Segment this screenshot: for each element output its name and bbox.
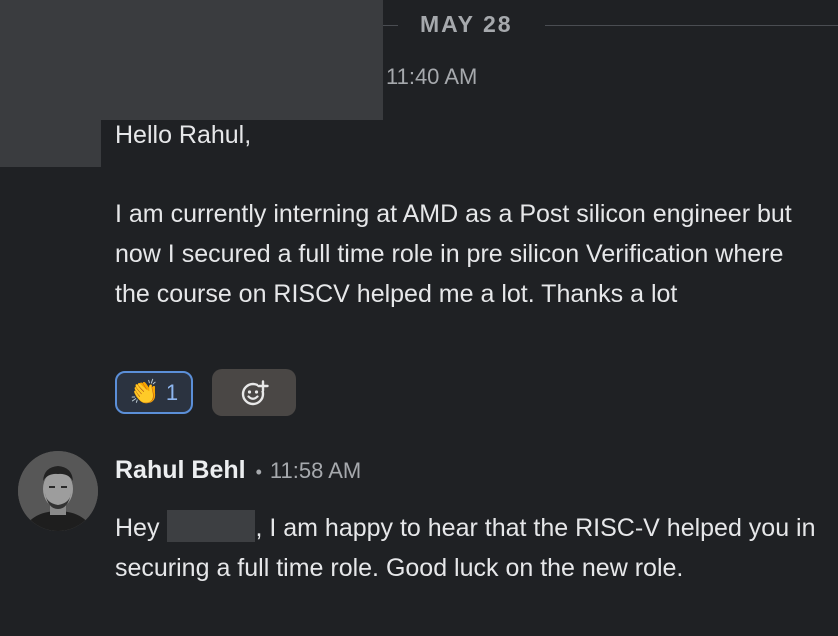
divider-line [545,25,838,26]
redacted-name [167,510,256,542]
message-header: Rahul Behl • 11:58 AM [115,456,361,488]
avatar-photo [18,451,98,531]
avatar[interactable] [18,451,98,531]
message-timestamp: 11:40 AM [386,64,478,89]
redacted-avatar-block [0,120,101,167]
author-name[interactable]: Rahul Behl [115,456,246,485]
redacted-sender-block [0,0,383,120]
reply-text-start: Hey [115,514,160,542]
divider-line [383,25,398,26]
reaction-pill[interactable]: 👏 1 [115,371,193,414]
clapping-hands-icon: 👏 [129,378,160,406]
message-timestamp: 11:58 AM [269,458,362,483]
reaction-count: 1 [165,379,179,405]
message-greeting: Hello Rahul, [115,121,252,149]
add-emoji-icon [241,379,269,405]
add-reaction-button[interactable] [212,369,296,416]
date-label: MAY 28 [420,11,513,37]
message-text: I am currently interning at AMD as a Pos… [115,200,799,308]
reply-message-text: Hey, I am happy to hear that the RISC-V … [115,508,827,588]
separator-dot: • [255,462,262,482]
